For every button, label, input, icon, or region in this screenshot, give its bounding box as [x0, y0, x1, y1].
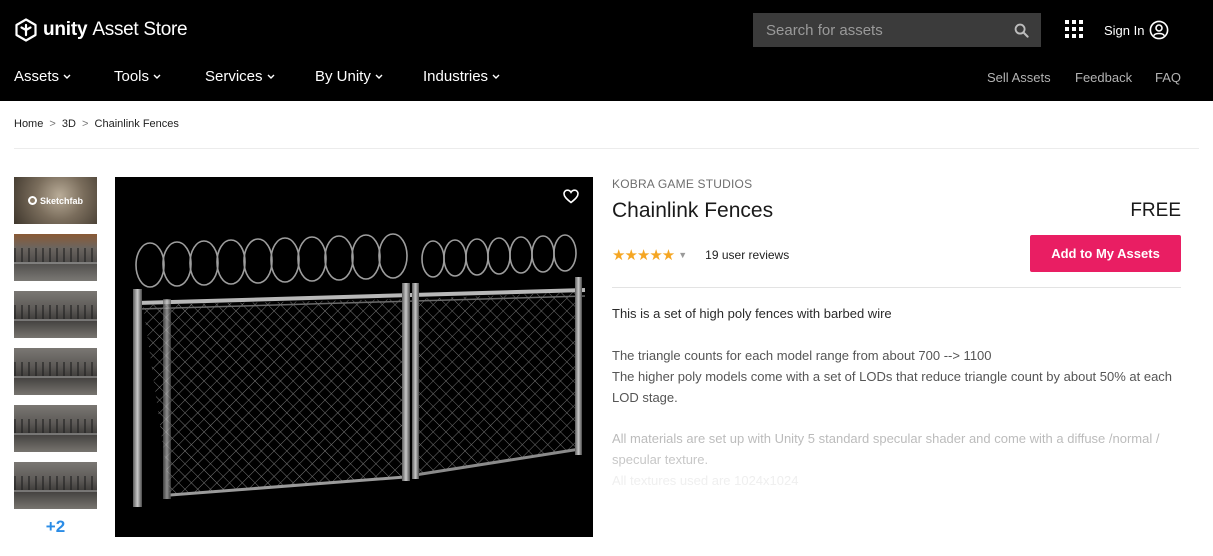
- thumbnail-image[interactable]: [14, 348, 97, 395]
- nav-industries[interactable]: Industries: [423, 68, 500, 85]
- nav-by-unity-label: By Unity: [315, 68, 371, 85]
- publisher-name[interactable]: KOBRA GAME STUDIOS: [612, 177, 752, 191]
- product-title: Chainlink Fences: [612, 199, 774, 222]
- breadcrumb-home[interactable]: Home: [14, 118, 43, 130]
- chevron-down-icon: [63, 74, 71, 79]
- chevron-down-icon: [492, 74, 500, 79]
- add-to-my-assets-button[interactable]: Add to My Assets: [1030, 235, 1181, 272]
- top-navigation-bar: unity Asset Store Sign In Assets Tool: [0, 0, 1213, 101]
- gallery-thumbnails: Sketchfab +2: [14, 177, 97, 537]
- thumbnail-image[interactable]: [14, 405, 97, 452]
- user-reviews-link[interactable]: 19 user reviews: [705, 248, 789, 262]
- feedback-link[interactable]: Feedback: [1075, 70, 1132, 85]
- chevron-down-icon: [153, 74, 161, 79]
- sell-assets-link[interactable]: Sell Assets: [987, 70, 1051, 85]
- nav-assets[interactable]: Assets: [14, 68, 71, 85]
- chevron-down-icon: [375, 74, 383, 79]
- description-line: The higher poly models come with a set o…: [612, 369, 1173, 405]
- apps-grid-icon[interactable]: [1065, 20, 1083, 38]
- breadcrumb-3d[interactable]: 3D: [62, 118, 76, 130]
- logo-unity-text: unity: [43, 19, 88, 40]
- nav-assets-label: Assets: [14, 68, 60, 85]
- thumbnail-image[interactable]: [14, 291, 97, 338]
- sign-in-button[interactable]: Sign In: [1104, 19, 1169, 41]
- logo-store-text: Asset Store: [92, 19, 188, 40]
- main-nav: Assets Tools Services By Unity Industrie…: [0, 62, 1213, 92]
- nav-by-unity[interactable]: By Unity: [315, 68, 383, 85]
- sign-in-label: Sign In: [1104, 22, 1145, 38]
- description-text: All materials are set up with Unity 5 st…: [612, 431, 1160, 467]
- thumbnail-image[interactable]: [14, 462, 97, 509]
- breadcrumb-separator: >: [49, 118, 56, 130]
- sketchfab-label: Sketchfab: [39, 195, 83, 206]
- breadcrumb-current[interactable]: Chainlink Fences: [95, 118, 179, 130]
- favorite-heart-icon[interactable]: [563, 189, 579, 204]
- user-account-icon: [1150, 20, 1169, 40]
- divider: [612, 287, 1181, 288]
- breadcrumb-separator: >: [82, 118, 89, 130]
- breadcrumb: Home > 3D > Chainlink Fences: [14, 118, 179, 130]
- chainlink-fence-image: [133, 233, 586, 507]
- thumbnail-image[interactable]: [14, 234, 97, 281]
- unity-asset-store-logo[interactable]: unity Asset Store: [14, 15, 188, 45]
- divider: [14, 148, 1199, 149]
- rating-summary[interactable]: ★★★★★ ▼ 19 user reviews: [612, 246, 789, 264]
- search-bar: [753, 13, 1041, 47]
- nav-tools[interactable]: Tools: [114, 68, 161, 85]
- nav-tools-label: Tools: [114, 68, 150, 85]
- chevron-down-icon: [267, 74, 275, 79]
- thumbnail-sketchfab[interactable]: Sketchfab: [14, 177, 97, 224]
- search-button[interactable]: [1001, 13, 1041, 47]
- description-text: This is a set of high poly fences with b…: [612, 306, 892, 321]
- star-rating: ★★★★★: [612, 247, 675, 264]
- nav-industries-label: Industries: [423, 68, 489, 85]
- description-text: The triangle counts for each model range…: [612, 345, 1187, 408]
- description-text: All textures used are 1024x1024: [612, 473, 799, 488]
- more-thumbnails-count[interactable]: +2: [14, 517, 97, 537]
- description-line: The triangle counts for each model range…: [612, 348, 992, 363]
- search-input[interactable]: [753, 13, 1001, 47]
- search-icon: [1014, 23, 1029, 38]
- faq-link[interactable]: FAQ: [1155, 70, 1181, 85]
- nav-services-label: Services: [205, 68, 263, 85]
- main-product-image[interactable]: [115, 177, 593, 537]
- caret-down-icon: ▼: [678, 250, 688, 260]
- product-price: FREE: [1130, 200, 1181, 221]
- nav-services[interactable]: Services: [205, 68, 275, 85]
- unity-logo-icon: [15, 18, 37, 42]
- sketchfab-icon: [27, 196, 37, 205]
